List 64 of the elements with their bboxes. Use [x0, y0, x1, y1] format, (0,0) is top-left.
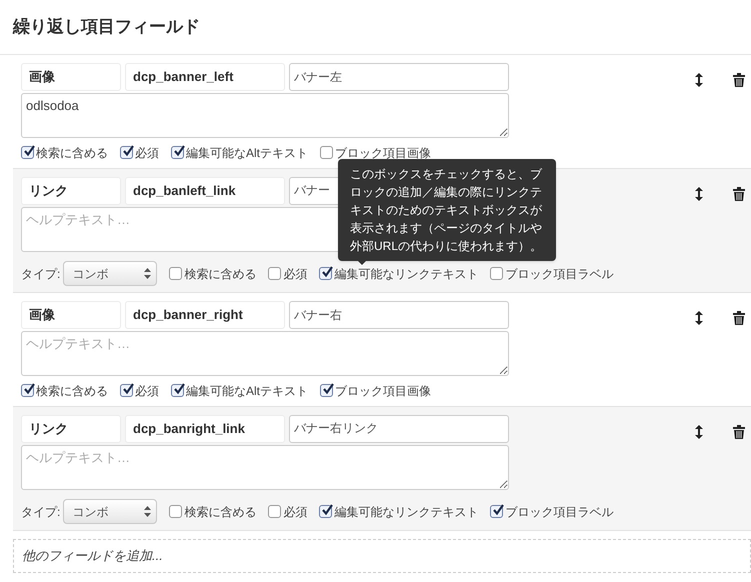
checkbox[interactable] [21, 384, 34, 397]
type-select[interactable]: コンボ [63, 261, 158, 286]
checkbox[interactable] [268, 505, 282, 518]
tooltip-pointer [358, 261, 366, 265]
checkbox-label: 編集可能なリンクテキスト [334, 504, 478, 520]
help-textarea[interactable]: odlsodoa [21, 93, 509, 138]
checkbox-label: 必須 [283, 504, 308, 520]
checkbox-label: 編集可能なAltテキスト [186, 382, 308, 400]
tooltip: このボックスをチェックすると、ブロックの追加／編集の際にリンクテキストのためのテキストボックスが表示されます（ページのタイトルや外部URLの代わりに使われます）。 [338, 159, 556, 261]
checkbox-label: 必須 [283, 266, 308, 282]
checkbox[interactable] [21, 146, 34, 159]
field-type: 画像 [21, 63, 121, 91]
checkbox[interactable] [319, 505, 332, 518]
field-type: リンク [21, 176, 121, 204]
checkbox[interactable] [490, 267, 504, 280]
section-title: 繰り返し項目フィールド [13, 16, 201, 38]
checkbox-label: ブロック項目画像 [335, 144, 432, 162]
checkbox-label: 検索に含める [184, 504, 256, 520]
vertical-arrows-icon[interactable] [695, 311, 703, 325]
label-input[interactable]: バナー右リンク [289, 414, 509, 442]
checkbox-label: 必須 [135, 144, 159, 162]
checkbox[interactable] [268, 267, 282, 280]
checkbox[interactable] [169, 267, 182, 280]
select-arrows-icon [144, 506, 152, 517]
checkbox[interactable] [120, 146, 133, 159]
type-select[interactable]: コンボ [63, 499, 158, 524]
label-input[interactable]: バナー左 [289, 63, 509, 91]
select-arrows-icon [144, 268, 152, 279]
checkbox[interactable] [120, 384, 133, 397]
label-input[interactable]: バナー右 [289, 301, 509, 329]
checkbox-label: 検索に含める [184, 266, 256, 282]
checkbox-label: ブロック項目画像 [335, 382, 432, 400]
checkbox-label: 検索に含める [36, 144, 108, 162]
field-key: dcp_banright_link [125, 414, 285, 442]
field-type: 画像 [21, 301, 121, 329]
checkbox[interactable] [319, 267, 332, 280]
field-key: dcp_banner_right [125, 301, 285, 329]
checkbox[interactable] [320, 384, 334, 397]
vertical-arrows-icon[interactable] [695, 424, 703, 438]
vertical-arrows-icon[interactable] [695, 186, 703, 200]
checkbox-label: 編集可能なリンクテキスト [334, 266, 478, 282]
field-key: dcp_banleft_link [125, 176, 285, 204]
trash-icon[interactable] [733, 424, 745, 438]
checkbox-label: 検索に含める [36, 382, 108, 400]
add-field-row[interactable]: 他のフィールドを追加... [13, 539, 751, 573]
checkbox-label: ブロック項目ラベル [505, 266, 614, 282]
checkbox-label: ブロック項目ラベル [505, 504, 614, 520]
field-key: dcp_banner_left [125, 63, 285, 91]
type-label: タイプ: [21, 504, 60, 520]
checkbox-label: 必須 [135, 382, 159, 400]
checkbox[interactable] [490, 505, 504, 518]
help-textarea[interactable]: ヘルプテキスト… [21, 331, 509, 376]
help-textarea[interactable]: ヘルプテキスト… [21, 444, 509, 490]
trash-icon[interactable] [733, 73, 745, 87]
type-label: タイプ: [21, 266, 60, 282]
checkbox[interactable] [171, 384, 184, 397]
trash-icon[interactable] [733, 311, 745, 325]
checkbox[interactable] [169, 505, 182, 518]
field-type: リンク [21, 414, 121, 442]
trash-icon[interactable] [733, 186, 745, 200]
checkbox[interactable] [320, 146, 334, 159]
vertical-arrows-icon[interactable] [695, 73, 703, 87]
checkbox[interactable] [171, 146, 184, 159]
checkbox-label: 編集可能なAltテキスト [186, 144, 308, 162]
